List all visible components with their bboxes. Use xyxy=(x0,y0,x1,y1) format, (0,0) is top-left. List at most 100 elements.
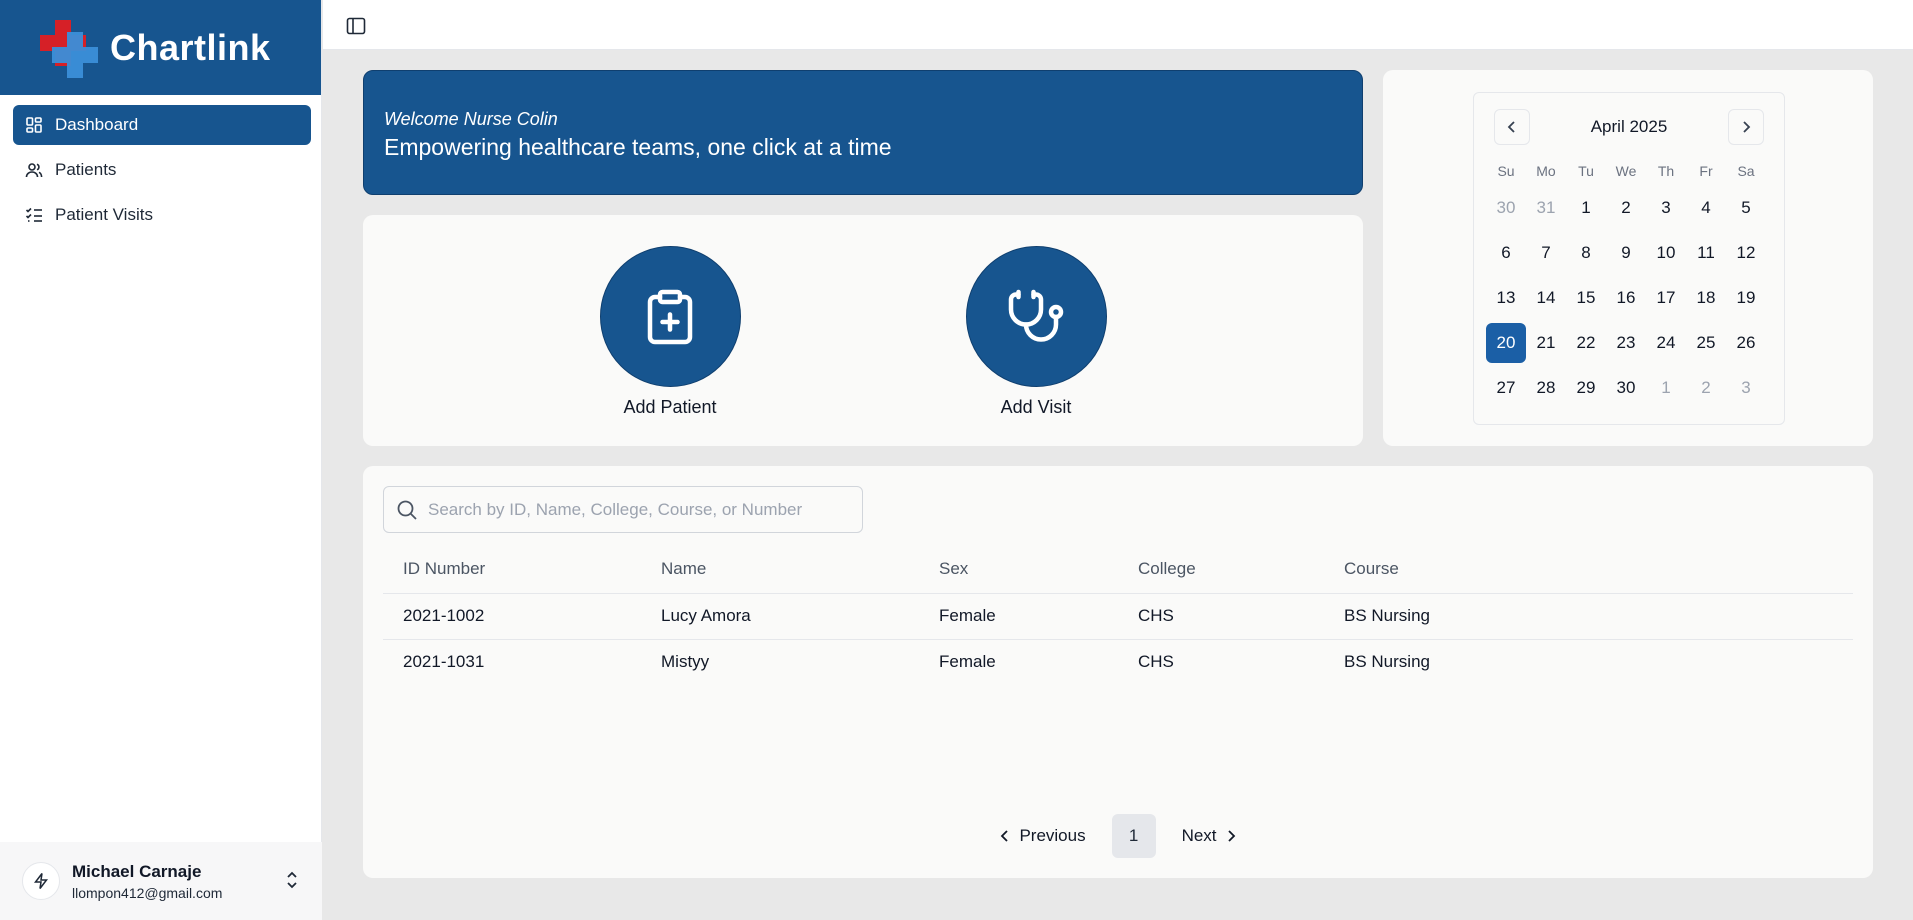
calendar-day[interactable]: 5 xyxy=(1726,188,1766,228)
brand-header[interactable]: Chartlink xyxy=(0,0,321,95)
column-header-id[interactable]: ID Number xyxy=(383,546,641,594)
clipboard-plus-icon xyxy=(647,289,693,344)
calendar-day[interactable]: 19 xyxy=(1726,278,1766,318)
lightning-icon xyxy=(33,873,49,889)
sidebar-item-patients[interactable]: Patients xyxy=(13,150,311,190)
calendar-day[interactable]: 17 xyxy=(1646,278,1686,318)
calendar-day[interactable]: 10 xyxy=(1646,233,1686,273)
column-header-name[interactable]: Name xyxy=(641,546,919,594)
search-input[interactable] xyxy=(428,499,848,520)
sidebar-item-patient-visits[interactable]: Patient Visits xyxy=(13,195,311,235)
add-visit-label: Add Visit xyxy=(1000,397,1072,417)
weekday-label: We xyxy=(1615,163,1637,179)
calendar-day[interactable]: 24 xyxy=(1646,323,1686,363)
calendar-day[interactable]: 31 xyxy=(1526,188,1566,228)
calendar-day[interactable]: 30 xyxy=(1486,188,1526,228)
cell-name: Lucy Amora xyxy=(641,593,919,640)
calendar-day[interactable]: 12 xyxy=(1726,233,1766,273)
page-number-button[interactable]: 1 xyxy=(1111,814,1156,858)
add-patient-action[interactable]: Add Patient xyxy=(590,246,750,418)
calendar-day[interactable]: 21 xyxy=(1526,323,1566,363)
pagination: Previous 1 Next xyxy=(363,814,1873,858)
calendar-day[interactable]: 14 xyxy=(1526,278,1566,318)
weekday-label: Th xyxy=(1657,163,1675,179)
add-visit-button[interactable] xyxy=(965,246,1107,387)
calendar-day[interactable]: 8 xyxy=(1566,233,1606,273)
chevron-right-icon xyxy=(1227,830,1235,842)
cell-name: Mistyy xyxy=(661,652,710,672)
calendar-day[interactable]: 2 xyxy=(1686,368,1726,408)
calendar-day[interactable]: 11 xyxy=(1686,233,1726,273)
welcome-tagline: Empowering healthcare teams, one click a… xyxy=(384,134,892,160)
calendar: April 2025 Su Mo Tu We Th Fr Sa 30 31 1 2 3 4 5 6 7 8 9 10… xyxy=(1473,92,1785,425)
column-header-college[interactable]: College xyxy=(1118,546,1324,594)
sidebar-toggle-icon[interactable] xyxy=(345,15,367,37)
calendar-day[interactable]: 26 xyxy=(1726,323,1766,363)
sidebar-item-label: Patients xyxy=(55,160,117,179)
cell-sex: Female xyxy=(939,652,996,672)
calendar-day[interactable]: 4 xyxy=(1686,188,1726,228)
calendar-day[interactable]: 25 xyxy=(1686,323,1726,363)
chevron-left-icon xyxy=(1001,830,1009,842)
sidebar-item-label: Patient Visits xyxy=(55,205,153,224)
cell-id: 2021-1031 xyxy=(403,652,485,672)
chevron-up-down-icon[interactable] xyxy=(284,870,300,890)
previous-label: Previous xyxy=(1019,826,1086,845)
calendar-card: April 2025 Su Mo Tu We Th Fr Sa 30 31 1 2 3 4 5 6 7 8 9 10… xyxy=(1383,70,1873,446)
calendar-day[interactable]: 16 xyxy=(1606,278,1646,318)
patients-table: ID Number Name Sex College Course 2021-1… xyxy=(383,546,1853,685)
quick-actions-card: Add Patient Add Visit xyxy=(363,215,1363,446)
search-box[interactable] xyxy=(383,486,863,533)
patients-table-card: ID Number Name Sex College Course 2021-1… xyxy=(363,466,1873,878)
table-header-row: ID Number Name Sex College Course xyxy=(383,546,1853,594)
calendar-day[interactable]: 18 xyxy=(1686,278,1726,318)
table-row[interactable]: 2021-1002 Lucy Amora Female CHS BS Nursi… xyxy=(383,593,1853,640)
user-name: Michael Carnaje xyxy=(72,861,202,881)
add-visit-action[interactable]: Add Visit xyxy=(956,246,1116,418)
calendar-day[interactable]: 22 xyxy=(1566,323,1606,363)
calendar-day[interactable]: 23 xyxy=(1606,323,1646,363)
welcome-greeting: Welcome Nurse Colin xyxy=(384,109,558,129)
add-patient-label: Add Patient xyxy=(623,397,717,417)
weekday-label: Mo xyxy=(1536,163,1556,179)
calendar-day[interactable]: 9 xyxy=(1606,233,1646,273)
calendar-day[interactable]: 3 xyxy=(1726,368,1766,408)
calendar-day[interactable]: 1 xyxy=(1646,368,1686,408)
next-page-button[interactable]: Next xyxy=(1174,826,1245,846)
user-info: Michael Carnaje llompon412@gmail.com xyxy=(72,862,222,901)
calendar-day[interactable]: 13 xyxy=(1486,278,1526,318)
calendar-day[interactable]: 2 xyxy=(1606,188,1646,228)
calendar-day[interactable]: 3 xyxy=(1646,188,1686,228)
next-label: Next xyxy=(1181,826,1217,845)
table-row[interactable]: 2021-1031 Mistyy Female CHS BS Nursing xyxy=(383,639,1853,685)
add-patient-button[interactable] xyxy=(599,246,741,387)
weekday-label: Sa xyxy=(1737,163,1755,179)
user-menu[interactable]: Michael Carnaje llompon412@gmail.com xyxy=(0,842,322,920)
chartlink-logo xyxy=(38,18,98,78)
cell-id: 2021-1002 xyxy=(383,593,641,640)
column-header-sex[interactable]: Sex xyxy=(919,546,1118,594)
calendar-next-button[interactable] xyxy=(1728,109,1764,145)
calendar-day[interactable]: 30 xyxy=(1606,368,1646,408)
calendar-grid: Su Mo Tu We Th Fr Sa 30 31 1 2 3 4 5 6 7 8 9 10 11 12 13 14 15 1… xyxy=(1486,159,1766,408)
calendar-day-selected[interactable]: 20 xyxy=(1486,323,1526,363)
calendar-day[interactable]: 1 xyxy=(1566,188,1606,228)
weekday-label: Fr xyxy=(1699,163,1713,179)
calendar-day[interactable]: 27 xyxy=(1486,368,1526,408)
cell-college: CHS xyxy=(1138,652,1174,672)
previous-page-button[interactable]: Previous xyxy=(991,826,1093,846)
sidebar: Chartlink Dashboard Patients Patient Vis… xyxy=(0,0,322,920)
chevron-right-icon xyxy=(1743,121,1751,133)
calendar-day[interactable]: 6 xyxy=(1486,233,1526,273)
weekday-label: Su xyxy=(1497,163,1515,179)
avatar xyxy=(22,862,60,900)
calendar-day[interactable]: 29 xyxy=(1566,368,1606,408)
column-header-course[interactable]: Course xyxy=(1324,546,1853,594)
calendar-day[interactable]: 7 xyxy=(1526,233,1566,273)
cell-sex: Female xyxy=(919,593,1118,640)
search-icon xyxy=(397,500,417,520)
calendar-day[interactable]: 28 xyxy=(1526,368,1566,408)
calendar-day[interactable]: 15 xyxy=(1566,278,1606,318)
cell-college: CHS xyxy=(1118,593,1324,640)
sidebar-item-dashboard[interactable]: Dashboard xyxy=(13,105,311,145)
